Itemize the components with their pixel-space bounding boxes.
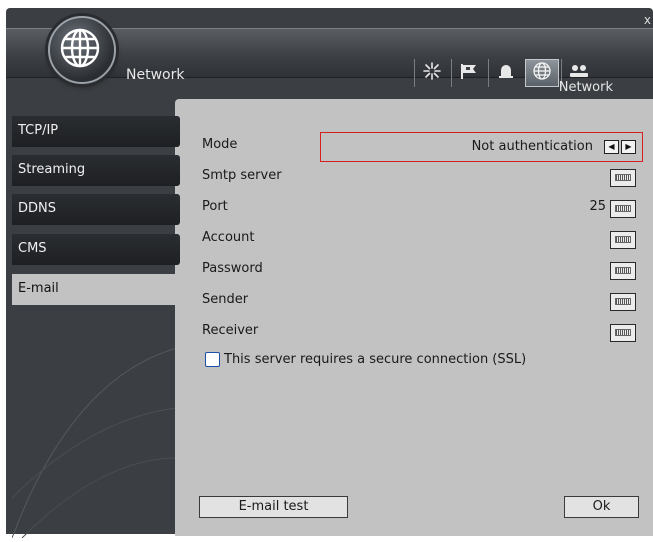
sender-label: Sender: [202, 292, 249, 307]
toolbar-button-flag[interactable]: [451, 59, 486, 87]
ssl-option: This server requires a secure connection…: [205, 352, 526, 367]
globe-icon: [532, 61, 552, 85]
alarm-icon: [497, 62, 515, 84]
window-title: Network: [126, 67, 185, 83]
port-keyboard-button[interactable]: [610, 200, 636, 218]
sidebar-decoration: [11, 338, 178, 539]
email-settings-panel: Mode Not authentication ◀ ▶ Smtp server …: [175, 99, 653, 536]
sidebar-item-email[interactable]: E-mail: [12, 274, 180, 305]
network-settings-window: x Network Network Mode Not authenticatio…: [6, 8, 653, 539]
network-badge: [48, 16, 116, 84]
sidebar-item-cms[interactable]: CMS: [12, 234, 180, 265]
close-button[interactable]: x: [644, 14, 651, 26]
account-keyboard-button[interactable]: [610, 231, 636, 249]
ok-button[interactable]: Ok: [564, 496, 639, 518]
flag-icon: [459, 62, 479, 84]
section-label: Network: [558, 80, 613, 95]
sidebar-item-streaming[interactable]: Streaming: [12, 155, 180, 186]
email-test-button[interactable]: E-mail test: [199, 496, 348, 518]
receiver-label: Receiver: [202, 323, 259, 338]
port-label: Port: [202, 199, 228, 214]
toolbar-button-snowflake[interactable]: [414, 59, 449, 87]
password-keyboard-button[interactable]: [610, 262, 636, 280]
snowflake-icon: [423, 62, 441, 84]
password-label: Password: [202, 261, 263, 276]
sidebar-item-ddns[interactable]: DDNS: [12, 194, 180, 225]
mode-label: Mode: [202, 137, 238, 152]
mode-selector[interactable]: Not authentication ◀ ▶: [320, 132, 643, 162]
port-value: 25: [589, 199, 606, 214]
receiver-keyboard-button[interactable]: [610, 324, 636, 342]
mode-prev-button[interactable]: ◀: [604, 140, 619, 154]
account-label: Account: [202, 230, 255, 245]
ssl-label: This server requires a secure connection…: [224, 352, 527, 367]
toolbar-button-alarm[interactable]: [488, 59, 523, 87]
sender-keyboard-button[interactable]: [610, 293, 636, 311]
smtp-server-keyboard-button[interactable]: [610, 169, 636, 187]
mode-next-button[interactable]: ▶: [621, 140, 636, 154]
smtp-server-label: Smtp server: [202, 168, 282, 183]
toolbar-button-network[interactable]: [525, 59, 559, 87]
ssl-checkbox[interactable]: [205, 352, 220, 367]
sidebar-item-tcpip[interactable]: TCP/IP: [12, 116, 180, 147]
mode-value: Not authentication: [471, 139, 593, 154]
